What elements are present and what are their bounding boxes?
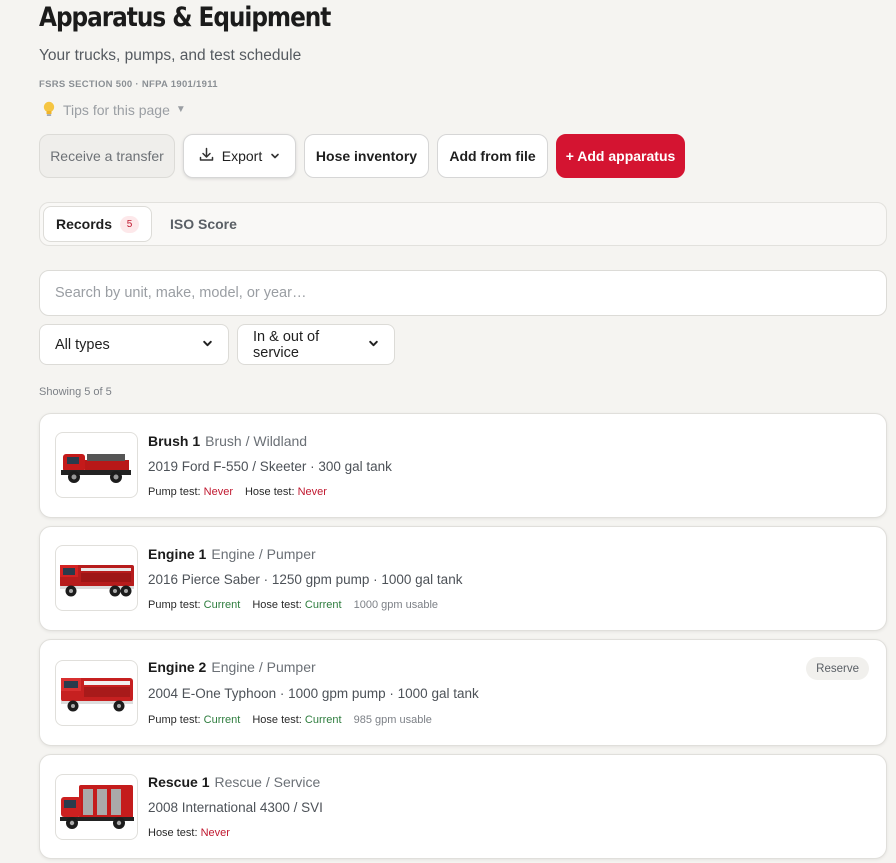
test-status: Hose test: Never [148,827,230,839]
fire-engine-icon [60,678,133,712]
service-filter-select[interactable]: In & out of service [237,324,395,365]
hose-test-label: Hose test: [252,714,302,726]
download-icon [199,147,214,165]
hose-test-status: Current [304,714,342,726]
section-reference: FSRS SECTION 500 · NFPA 1901/1911 [39,79,218,90]
pump-test-label: Pump test: [148,714,201,726]
rescue-truck-icon [59,785,134,829]
export-label: Export [221,148,263,164]
apparatus-spec: 2016 Pierce Saber · 1250 gpm pump · 1000… [148,572,463,587]
chevron-down-icon [270,148,280,164]
tab-iso-score[interactable]: ISO Score [170,206,237,242]
lightbulb-icon [40,101,57,118]
apparatus-photo [55,774,138,840]
page-title: Apparatus & Equipment [39,2,331,33]
usable-flow: 985 gpm usable [353,714,432,726]
apparatus-photo [55,432,138,498]
chevron-down-icon [202,337,213,353]
export-button[interactable]: Export [183,134,296,178]
records-count-badge: 5 [120,215,140,233]
unit-type: Engine / Pumper [211,659,316,675]
results-count: Showing 5 of 5 [39,386,112,398]
pump-test-status: Current [203,714,241,726]
pump-test-status: Current [203,599,241,611]
hose-inventory-button[interactable]: Hose inventory [304,134,429,178]
hose-inventory-label: Hose inventory [315,148,418,164]
apparatus-spec: 2008 International 4300 / SVI [148,800,323,815]
hose-test-status: Current [304,599,342,611]
test-status: Pump test: Never Hose test: Never [148,486,327,498]
add-from-file-label: Add from file [449,148,536,164]
pump-test-status: Never [203,486,233,498]
chevron-down-icon [368,337,379,353]
type-filter-select[interactable]: All types [39,324,229,365]
add-apparatus-label: + Add apparatus [565,148,676,164]
add-apparatus-button[interactable]: + Add apparatus [556,134,685,178]
unit-name: Engine 1 [148,546,207,562]
add-from-file-button[interactable]: Add from file [437,134,548,178]
apparatus-card[interactable]: Engine 1 Engine / Pumper 2016 Pierce Sabe… [39,526,887,631]
unit-type: Engine / Pumper [211,546,316,562]
brush-truck-icon [60,454,131,483]
tab-iso-score-label: ISO Score [170,216,237,232]
search-input[interactable] [39,270,887,316]
tips-label: Tips for this page [63,101,170,118]
fire-engine-icon [59,565,134,597]
status-badge: Reserve [806,657,869,680]
service-filter-value: In & out of service [253,328,320,361]
test-status: Pump test: Current Hose test: Current 10… [148,599,438,611]
apparatus-card[interactable]: Engine 2 Engine / Pumper Reserve 2004 E-O… [39,639,887,746]
unit-type: Brush / Wildland [205,433,308,449]
type-filter-value: All types [55,336,110,353]
apparatus-photo [55,660,138,726]
apparatus-spec: 2019 Ford F-550 / Skeeter · 300 gal tank [148,459,392,474]
apparatus-title: Brush 1 Brush / Wildland [148,433,307,449]
unit-type: Rescue / Service [214,774,321,790]
unit-name: Rescue 1 [148,774,210,790]
apparatus-card[interactable]: Rescue 1 Rescue / Service 2008 Internatio… [39,754,887,859]
hose-test-status: Never [297,486,327,498]
apparatus-title: Engine 2 Engine / Pumper [148,659,316,675]
usable-flow: 1000 gpm usable [353,599,439,611]
apparatus-photo [55,545,138,611]
apparatus-spec: 2004 E-One Typhoon · 1000 gpm pump · 100… [148,686,479,701]
hose-test-label: Hose test: [148,827,198,839]
test-status: Pump test: Current Hose test: Current 98… [148,714,432,726]
tab-bar: Records 5 ISO Score [39,202,887,246]
tab-records-label: Records [55,216,113,232]
pump-test-label: Pump test: [148,486,201,498]
hose-test-label: Hose test: [252,599,302,611]
receive-transfer-button[interactable]: Receive a transfer [39,134,175,178]
tab-records[interactable]: Records 5 [43,206,152,242]
hose-test-status: Never [200,827,230,839]
unit-name: Engine 2 [148,659,207,675]
unit-name: Brush 1 [148,433,201,449]
hose-test-label: Hose test: [244,486,295,498]
page-subtitle: Your trucks, pumps, and test schedule [39,47,302,64]
apparatus-card[interactable]: Brush 1 Brush / Wildland 2019 Ford F-550 … [39,413,887,518]
tips-toggle[interactable]: Tips for this page ▼ [40,101,186,118]
apparatus-title: Rescue 1 Rescue / Service [148,774,320,790]
apparatus-title: Engine 1 Engine / Pumper [148,546,316,562]
receive-transfer-label: Receive a transfer [50,148,164,164]
pump-test-label: Pump test: [148,599,201,611]
caret-down-icon: ▼ [175,104,186,115]
